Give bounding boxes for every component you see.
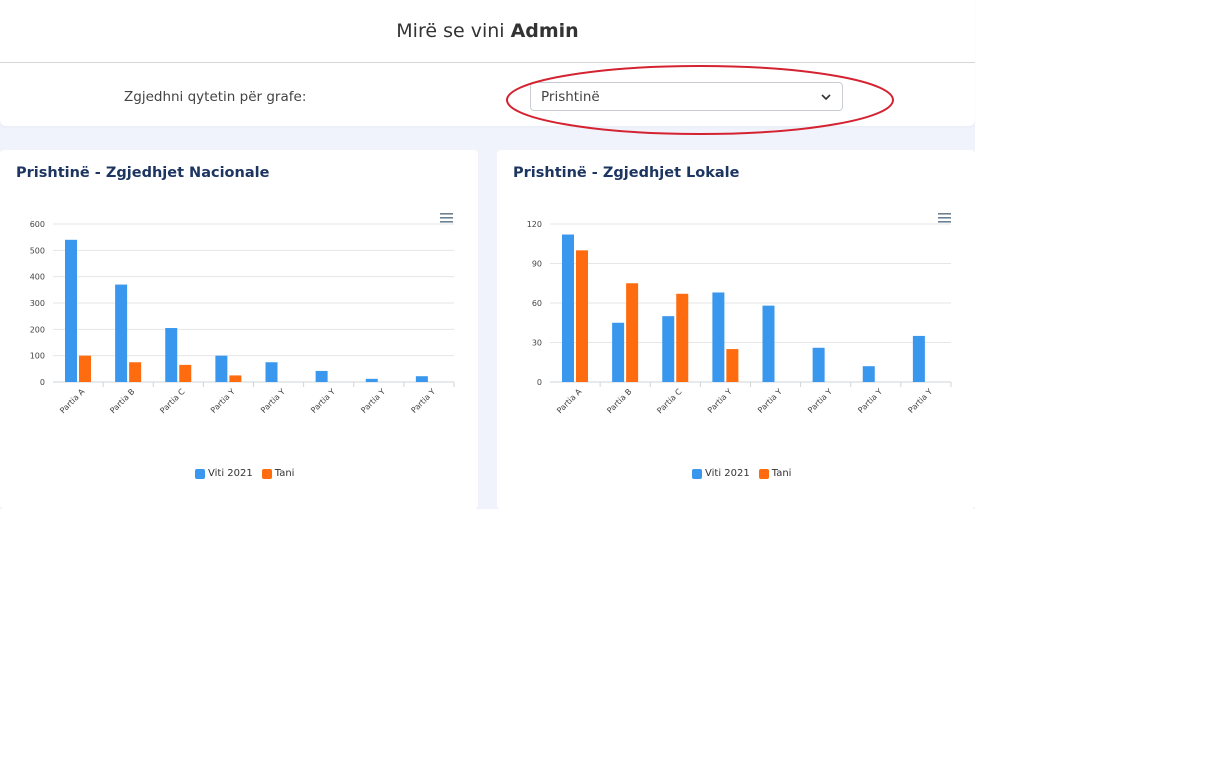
- y-tick-label: 500: [30, 246, 45, 255]
- x-tick-label: Partia Y: [906, 387, 934, 415]
- x-tick-label: Partia Y: [359, 387, 387, 415]
- bar-viti-2021: [612, 322, 625, 382]
- x-tick-label: Partia A: [555, 387, 584, 416]
- bar-tani: [626, 283, 639, 382]
- bar-viti-2021: [812, 347, 825, 382]
- legend-item-now[interactable]: Tani: [758, 468, 792, 479]
- y-tick-label: 200: [30, 325, 45, 334]
- bar-tani: [179, 364, 192, 382]
- bar-viti-2021: [912, 335, 925, 382]
- x-tick-label: Partia C: [158, 387, 187, 416]
- city-select[interactable]: Prishtinë: [530, 82, 843, 111]
- y-tick-label: 90: [532, 260, 542, 269]
- national-chart: 0 100 200 300 400 500 600 Partia A Partia B Parti…: [30, 220, 455, 416]
- bar-viti-2021: [562, 234, 574, 382]
- y-tick-label: 120: [527, 220, 542, 229]
- x-tick-label: Partia Y: [309, 387, 337, 415]
- bar-viti-2021: [662, 316, 675, 382]
- legend-swatch: [692, 468, 702, 479]
- legend-item-now[interactable]: Tani: [261, 468, 295, 479]
- welcome-card: Mirë se vini Admin Zgjedhni qytetin për …: [0, 0, 975, 126]
- x-tick-label: Partia Y: [756, 387, 784, 415]
- bar-viti-2021: [215, 355, 228, 382]
- bar-viti-2021: [712, 292, 725, 382]
- greeting-text: Mirë se vini: [396, 20, 505, 42]
- bar-viti-2021: [315, 370, 328, 382]
- legend-item-2021[interactable]: Viti 2021: [195, 468, 253, 479]
- y-tick-label: 300: [30, 299, 45, 308]
- bar-viti-2021: [115, 284, 128, 382]
- x-tick-label: Partia Y: [806, 387, 834, 415]
- bar-viti-2021: [65, 239, 77, 382]
- bar-viti-2021: [365, 378, 378, 382]
- city-select-value: Prishtinë: [541, 89, 600, 105]
- x-tick-label: Partia C: [655, 387, 684, 416]
- legend-label: Tani: [274, 468, 295, 479]
- x-tick-label: Partia Y: [706, 387, 734, 415]
- local-chart-card: Prishtinë - Zgjedhjet Lokale 0 30 60 90 120 P…: [497, 150, 975, 509]
- x-tick-label: Partia B: [108, 387, 136, 415]
- bar-tani: [726, 349, 739, 382]
- y-tick-label: 400: [30, 273, 45, 282]
- bar-tani: [676, 293, 689, 382]
- bar-tani: [129, 362, 142, 382]
- national-chart-card: Prishtinë - Zgjedhjet Nacionale 0 100 200 3…: [0, 150, 478, 509]
- y-tick-label: 30: [532, 339, 542, 348]
- divider: [0, 62, 975, 63]
- x-tick-label: Partia Y: [209, 387, 237, 415]
- chevron-down-icon: [820, 89, 832, 108]
- bar-tani: [79, 355, 91, 382]
- y-tick-label: 60: [532, 299, 542, 308]
- bar-viti-2021: [762, 305, 775, 382]
- x-tick-label: Partia Y: [259, 387, 287, 415]
- username: Admin: [510, 20, 579, 42]
- legend-label: Viti 2021: [705, 468, 750, 479]
- bar-viti-2021: [165, 328, 178, 382]
- legend-label: Viti 2021: [208, 468, 253, 479]
- chart-legend: Viti 2021 Tani: [195, 468, 303, 479]
- x-tick-label: Partia A: [58, 387, 87, 416]
- legend-swatch: [195, 468, 205, 479]
- bar-viti-2021: [265, 362, 278, 382]
- bar-tani: [576, 250, 588, 382]
- y-tick-label: 0: [537, 378, 542, 387]
- chart-legend: Viti 2021 Tani: [692, 468, 800, 479]
- bar-viti-2021: [862, 366, 875, 382]
- x-tick-label: Partia Y: [409, 387, 437, 415]
- y-tick-label: 600: [30, 220, 45, 229]
- local-chart: 0 30 60 90 120 Partia A Partia B Partia C Partia…: [527, 220, 952, 416]
- legend-item-2021[interactable]: Viti 2021: [692, 468, 750, 479]
- legend-swatch: [261, 468, 272, 479]
- legend-swatch: [758, 468, 769, 479]
- x-tick-label: Partia Y: [856, 387, 884, 415]
- y-tick-label: 100: [30, 352, 45, 361]
- city-select-label: Zgjedhni qytetin për grafe:: [124, 89, 307, 105]
- y-tick-label: 0: [40, 378, 45, 387]
- welcome-heading: Mirë se vini Admin: [0, 0, 975, 62]
- bar-viti-2021: [415, 376, 428, 382]
- legend-label: Tani: [771, 468, 792, 479]
- bar-tani: [229, 375, 242, 382]
- x-tick-label: Partia B: [605, 387, 633, 415]
